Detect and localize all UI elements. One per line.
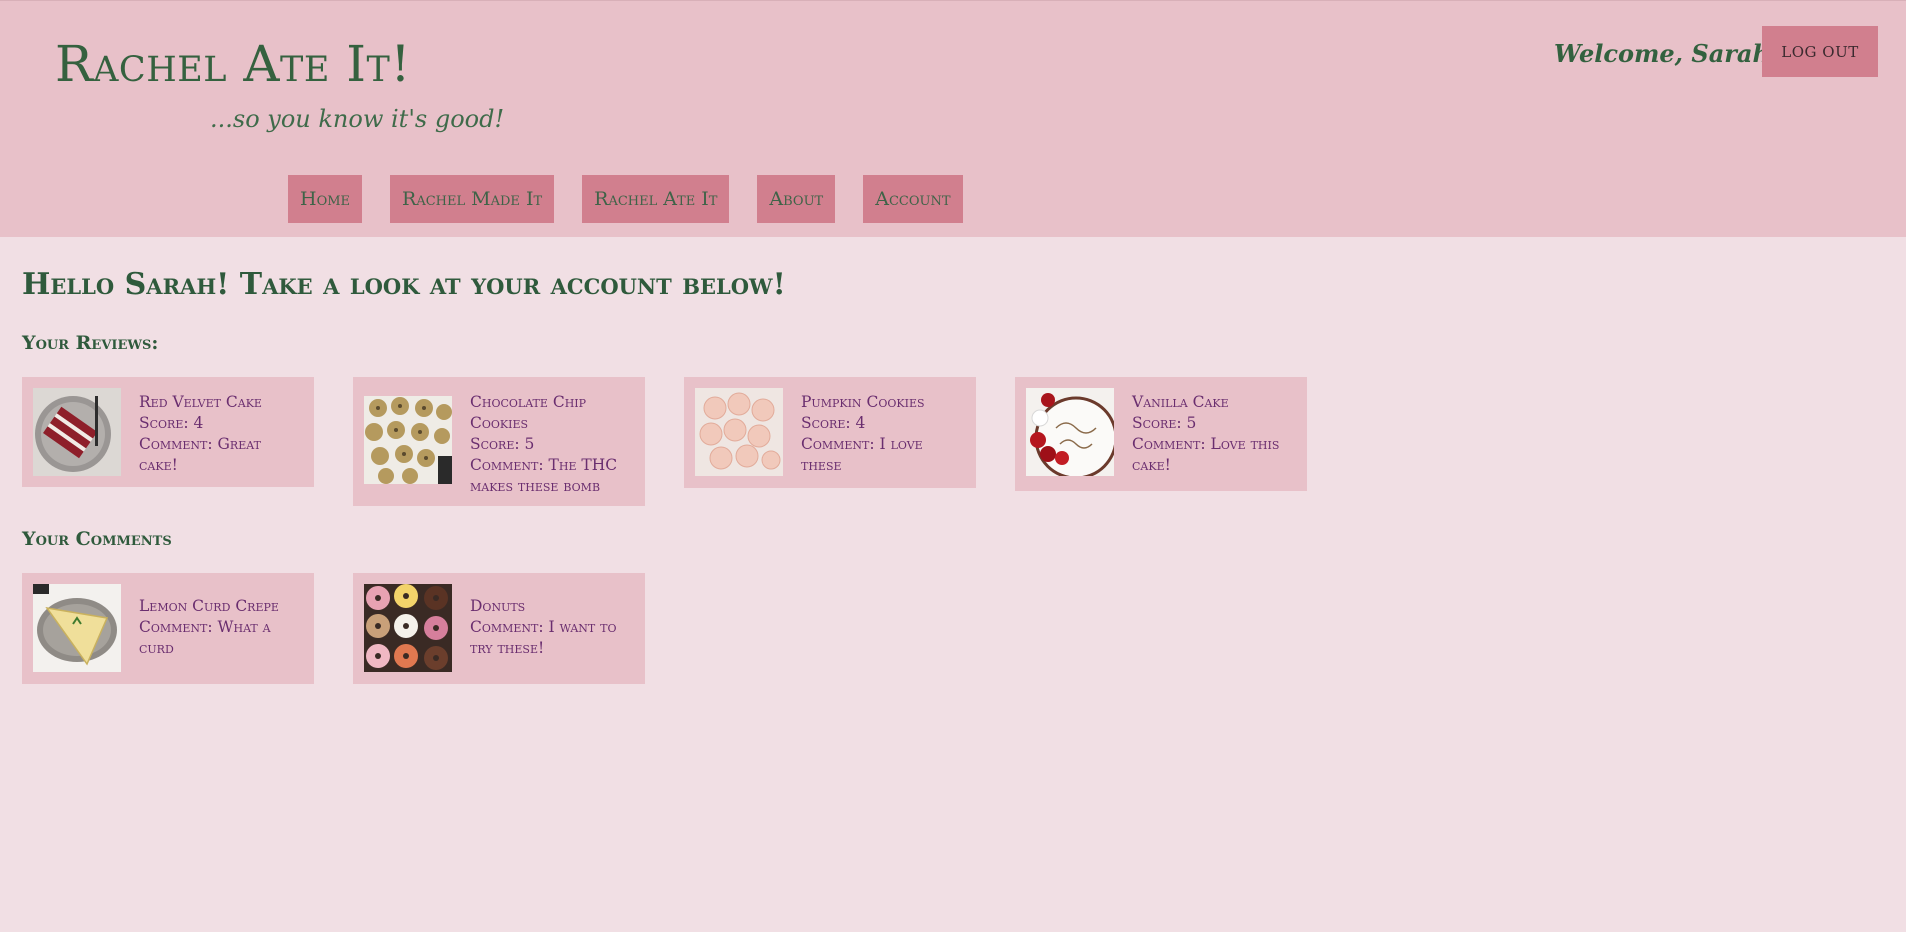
review-item-name: Red Velvet Cake — [139, 393, 262, 411]
review-item-name: Pumpkin Cookies — [801, 393, 925, 411]
nav-item-home[interactable]: Home — [288, 175, 363, 223]
review-score: Score: 5 — [470, 435, 535, 453]
review-card[interactable]: Pumpkin Cookies Score: 4 Comment: I love… — [684, 377, 976, 488]
review-comment: Comment: I love these — [801, 435, 923, 474]
chocolate-chip-cookies-image — [364, 396, 452, 484]
donuts-image — [364, 584, 452, 672]
review-score: Score: 4 — [139, 414, 204, 432]
pumpkin-cookies-image — [695, 388, 783, 476]
comment-text: Comment: What a curd — [139, 618, 271, 657]
logout-button[interactable]: LOG OUT — [1762, 26, 1878, 77]
nav-item-about[interactable]: About — [757, 175, 836, 223]
review-card[interactable]: Vanilla Cake Score: 5 Comment: Love this… — [1015, 377, 1307, 491]
nav-item-account[interactable]: Account — [863, 175, 963, 223]
site-title[interactable]: Rachel Ate It! — [55, 35, 411, 93]
comment-item-name: Lemon Curd Crepe — [139, 597, 279, 615]
account-main: Hello Sarah! Take a look at your account… — [22, 262, 1882, 684]
review-comment: Comment: The THC makes these bomb — [470, 456, 618, 495]
review-card[interactable]: Red Velvet Cake Score: 4 Comment: Great … — [22, 377, 314, 487]
welcome-message: Welcome, Sarah! — [1554, 39, 1781, 68]
review-comment: Comment: Great cake! — [139, 435, 261, 474]
vanilla-cake-image — [1026, 388, 1114, 476]
comment-card[interactable]: Donuts Comment: I want to try these! — [353, 573, 645, 684]
nav-item-rachel-made-it[interactable]: Rachel Made It — [390, 175, 555, 223]
red-velvet-cake-image — [33, 388, 121, 476]
review-score: Score: 4 — [801, 414, 866, 432]
review-comment: Comment: Love this cake! — [1132, 435, 1280, 474]
site-header: Rachel Ate It! ...so you know it's good!… — [0, 0, 1906, 237]
comment-text: Comment: I want to try these! — [470, 618, 617, 657]
comment-card[interactable]: Lemon Curd Crepe Comment: What a curd — [22, 573, 314, 684]
lemon-curd-crepe-image — [33, 584, 121, 672]
page-title: Hello Sarah! Take a look at your account… — [22, 267, 786, 302]
review-score: Score: 5 — [1132, 414, 1197, 432]
site-tagline: ...so you know it's good! — [210, 105, 505, 133]
comments-section-title: Your Comments — [22, 528, 172, 550]
reviews-section-title: Your Reviews: — [22, 332, 159, 354]
review-card[interactable]: Chocolate Chip Cookies Score: 5 Comment:… — [353, 377, 645, 506]
review-item-name: Chocolate Chip Cookies — [470, 393, 587, 432]
comment-item-name: Donuts — [470, 597, 526, 615]
review-item-name: Vanilla Cake — [1132, 393, 1229, 411]
main-nav: Home Rachel Made It Rachel Ate It About … — [288, 175, 963, 223]
nav-item-rachel-ate-it[interactable]: Rachel Ate It — [582, 175, 730, 223]
